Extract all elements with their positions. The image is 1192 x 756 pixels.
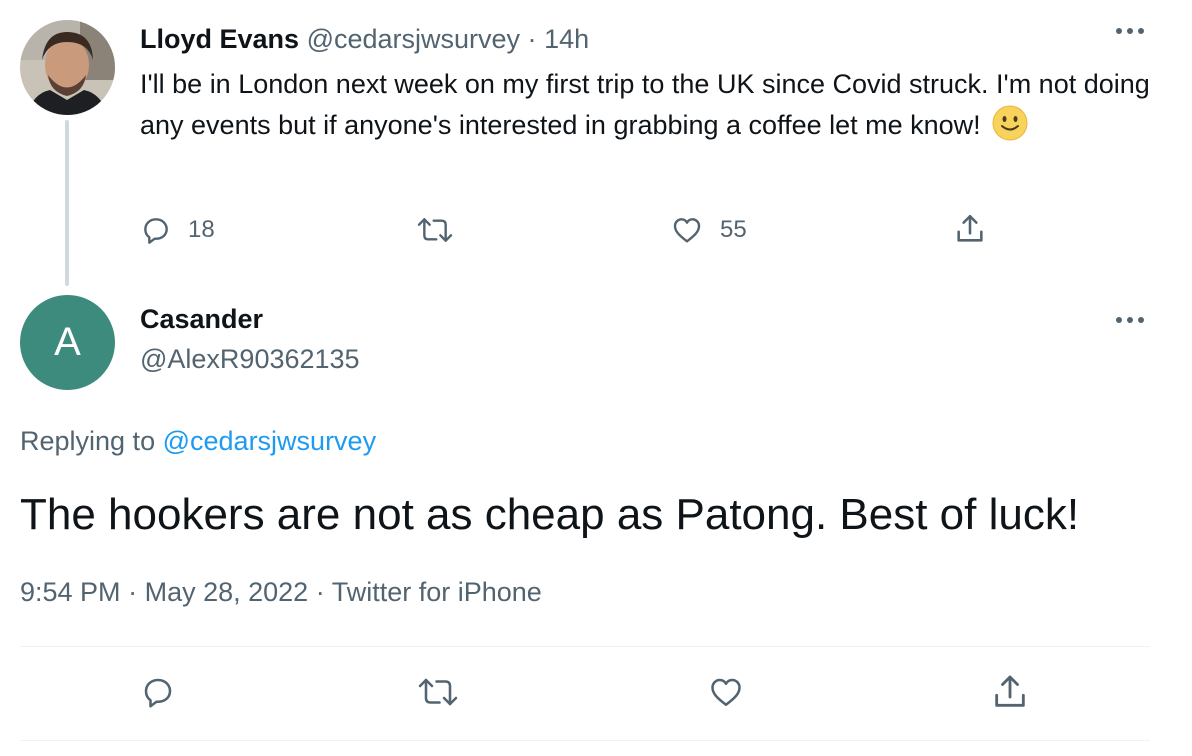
avatar-letter: A — [54, 320, 81, 364]
reply-icon — [144, 218, 168, 244]
replying-to: Replying to @cedarsjwsurvey — [20, 426, 376, 457]
reply-handle[interactable]: @AlexR90362135 — [140, 344, 360, 375]
share-icon — [957, 214, 983, 242]
parent-tweet-text: I'll be in London next week on my first … — [140, 64, 1150, 146]
parent-time[interactable]: 14h — [544, 24, 589, 54]
retweet-icon — [417, 218, 453, 242]
reply-avatar[interactable]: A — [20, 295, 115, 390]
share-icon — [995, 675, 1025, 707]
more-icon — [1116, 28, 1144, 34]
reply-like-button[interactable] — [706, 674, 746, 710]
avatar[interactable] — [20, 20, 115, 115]
reply-more-button[interactable] — [1114, 315, 1146, 325]
reply-tweet-text: The hookers are not as cheap as Patong. … — [20, 490, 1080, 539]
retweet-icon — [418, 678, 458, 706]
reply-icon — [144, 678, 172, 708]
slightly-smiling-face-icon — [992, 105, 1028, 141]
parent-more-button[interactable] — [1114, 26, 1146, 36]
more-icon — [1116, 317, 1144, 323]
parent-like-button[interactable]: 55 — [670, 214, 747, 246]
tweet-source[interactable]: Twitter for iPhone — [332, 577, 542, 607]
parent-tweet[interactable]: Lloyd Evans @cedarsjwsurvey · 14h I'll b… — [0, 0, 1192, 290]
parent-header: Lloyd Evans @cedarsjwsurvey · 14h — [140, 24, 589, 55]
like-icon — [673, 218, 701, 243]
reply-count: 18 — [188, 216, 215, 243]
header-separator: · — [527, 24, 537, 54]
parent-handle[interactable]: @cedarsjwsurvey — [307, 24, 520, 54]
thread-line — [65, 120, 69, 286]
bottom-divider — [20, 740, 1150, 741]
tweet-date[interactable]: May 28, 2022 — [145, 577, 309, 607]
parent-display-name[interactable]: Lloyd Evans — [140, 24, 299, 54]
divider — [20, 646, 1150, 647]
like-count: 55 — [720, 216, 747, 243]
tweet-meta: 9:54 PM · May 28, 2022 · Twitter for iPh… — [20, 577, 542, 608]
parent-reply-button[interactable]: 18 — [140, 214, 215, 246]
reply-share-button[interactable] — [990, 672, 1030, 712]
reply-display-name[interactable]: Casander — [140, 304, 263, 335]
meta-separator-1: · — [128, 577, 138, 607]
reply-reply-button[interactable] — [140, 674, 176, 710]
tweet-time[interactable]: 9:54 PM — [20, 577, 121, 607]
parent-retweet-button[interactable] — [415, 214, 455, 246]
replying-handle-link[interactable]: @cedarsjwsurvey — [163, 426, 376, 456]
meta-separator-2: · — [315, 577, 325, 607]
parent-share-button[interactable] — [953, 212, 987, 246]
replying-prefix: Replying to — [20, 426, 156, 456]
reply-retweet-button[interactable] — [415, 674, 461, 710]
like-icon — [711, 678, 741, 707]
